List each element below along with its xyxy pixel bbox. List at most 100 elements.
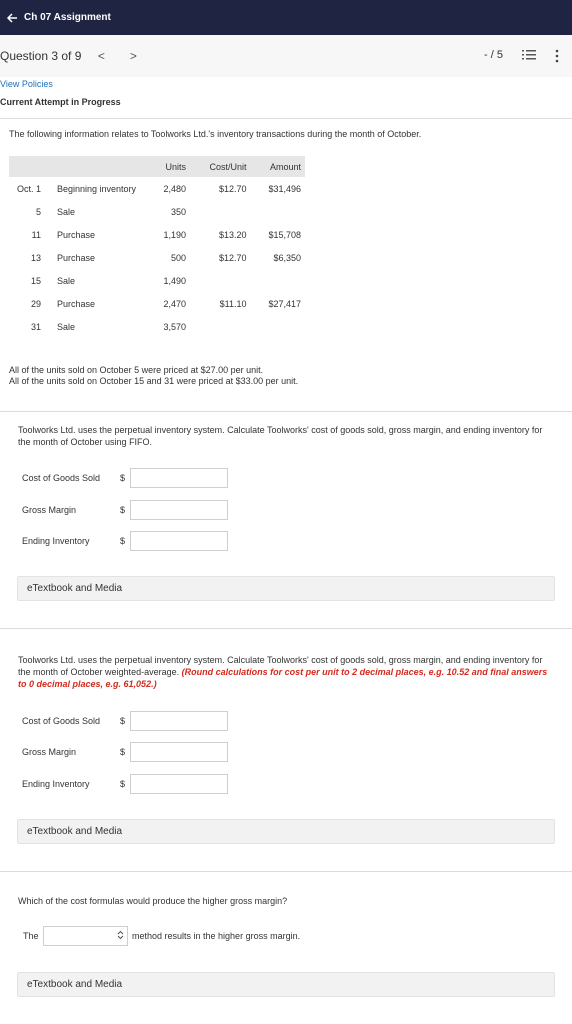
method-select-row: The method results in the higher gross m… [23,926,300,946]
divider [0,871,572,872]
fifo-question-text: Toolworks Ltd. uses the perpetual invent… [18,425,543,447]
row-units: 3,570 [163,321,187,332]
row-amount: $31,496 [268,183,301,194]
row-cost: $12.70 [218,252,247,263]
wa-ending-inventory-input[interactable] [130,774,228,794]
row-amount: $6,350 [273,252,301,263]
field-label: Ending Inventory [22,779,90,789]
header-cost-unit: Cost/Unit [190,156,251,177]
inventory-table: Units Cost/Unit Amount Oct. 1 Beginning … [9,156,305,338]
fifo-gross-margin-input[interactable] [130,500,228,520]
row-cost: $11.10 [219,298,247,309]
row-cost [190,200,250,223]
row-desc: Purchase [57,298,96,309]
row-date: 15 [30,275,41,286]
table-row: 13 Purchase 500 $12.70 $6,350 [9,246,305,269]
row-units: 1,490 [163,275,187,286]
row-date: Oct. 1 [16,183,41,194]
row-units: 500 [170,252,187,263]
fifo-gross-margin-row: Gross Margin $ [22,500,228,520]
note-line: All of the units sold on October 5 were … [9,365,264,375]
field-label: Gross Margin [22,505,77,515]
table-row: 11 Purchase 1,190 $13.20 $15,708 [9,223,305,246]
more-vertical-icon[interactable] [553,49,561,63]
divider [0,628,572,629]
row-date: 13 [30,252,41,263]
row-date: 29 [30,298,41,309]
arrow-left-icon[interactable] [4,10,20,26]
table-row: Oct. 1 Beginning inventory 2,480 $12.70 … [9,177,305,200]
header-date [9,156,45,177]
row-amount: $15,708 [268,229,301,240]
row-amount: $27,417 [268,298,301,309]
row-desc: Sale [57,275,76,286]
row-amount [251,315,306,338]
table-header-row: Units Cost/Unit Amount [9,156,305,177]
assignment-title: Ch 07 Assignment [24,12,111,23]
higher-margin-question: Which of the cost formulas would produce… [18,896,288,906]
etextbook-media-button[interactable]: eTextbook and Media [17,972,555,997]
top-header: Ch 07 Assignment [0,0,572,35]
etextbook-media-button[interactable]: eTextbook and Media [17,819,555,844]
fifo-ending-inventory-row: Ending Inventory $ [22,531,228,551]
row-date: 31 [30,321,41,332]
divider [0,411,572,412]
row-desc: Purchase [57,229,96,240]
wa-gross-margin-row: Gross Margin $ [22,742,228,762]
method-select[interactable] [43,926,128,946]
row-units: 1,190 [163,229,187,240]
etextbook-media-button[interactable]: eTextbook and Media [17,576,555,601]
row-desc: Purchase [57,252,96,263]
header-units: Units [149,156,191,177]
next-question-button[interactable]: > [125,49,141,63]
currency-symbol: $ [120,505,126,515]
table-row: 31 Sale 3,570 [9,315,305,338]
currency-symbol: $ [120,747,126,757]
question-counter: Question 3 of 9 [0,49,82,63]
attempt-status: Current Attempt in Progress [0,97,121,107]
row-units: 2,480 [163,183,187,194]
sentence-suffix: method results in the higher gross margi… [132,931,301,941]
row-cost: $13.20 [218,229,247,240]
intro-text: The following information relates to Too… [9,129,422,139]
row-cost [190,315,250,338]
wa-cogs-row: Cost of Goods Sold $ [22,711,228,731]
note-line: All of the units sold on October 15 and … [9,376,299,386]
row-desc: Beginning inventory [57,183,137,194]
fifo-ending-inventory-input[interactable] [130,531,228,551]
row-desc: Sale [57,206,76,217]
wa-gross-margin-input[interactable] [130,742,228,762]
table-row: 15 Sale 1,490 [9,269,305,292]
row-units: 350 [170,206,187,217]
previous-question-button[interactable]: < [93,49,109,63]
field-label: Gross Margin [22,747,77,757]
field-label: Cost of Goods Sold [22,716,101,726]
header-desc [45,156,149,177]
fifo-cogs-input[interactable] [130,468,228,488]
row-cost [190,269,250,292]
list-icon[interactable] [522,49,536,61]
currency-symbol: $ [120,536,126,546]
table-row: 29 Purchase 2,470 $11.10 $27,417 [9,292,305,315]
table-row: 5 Sale 350 [9,200,305,223]
row-cost: $12.70 [218,183,247,194]
row-date: 5 [35,206,41,217]
divider [0,118,572,119]
sale-price-notes: All of the units sold on October 5 were … [9,365,298,387]
currency-symbol: $ [120,473,126,483]
question-bar: Question 3 of 9 < > - / 5 [0,35,572,77]
currency-symbol: $ [120,716,126,726]
chevron-updown-icon [117,930,124,942]
wa-cogs-input[interactable] [130,711,228,731]
field-label: Ending Inventory [22,536,90,546]
wa-ending-inventory-row: Ending Inventory $ [22,774,228,794]
row-desc: Sale [57,321,76,332]
currency-symbol: $ [120,779,126,789]
row-date: 11 [31,229,41,240]
row-units: 2,470 [163,298,187,309]
header-amount: Amount [250,156,305,177]
view-policies-link[interactable]: View Policies [0,79,53,89]
question-score: - / 5 [484,49,503,61]
field-label: Cost of Goods Sold [22,473,101,483]
fifo-cogs-row: Cost of Goods Sold $ [22,468,228,488]
